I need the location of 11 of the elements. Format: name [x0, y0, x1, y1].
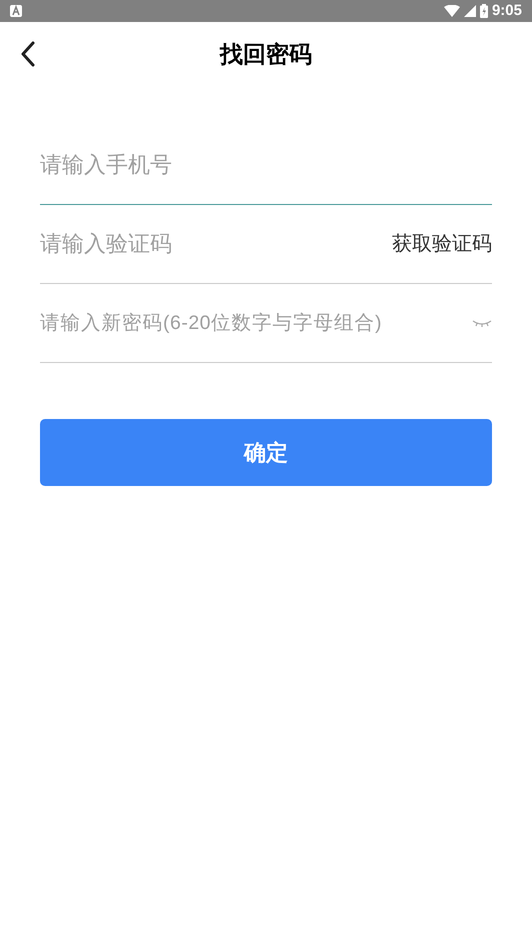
notification-icon [10, 5, 22, 17]
get-code-button[interactable]: 获取验证码 [392, 229, 492, 259]
input-field[interactable]: 请输入手机号 [40, 145, 492, 185]
confirm-button[interactable]: 确定 [40, 419, 492, 486]
signal-icon [464, 5, 476, 17]
wifi-icon [444, 5, 460, 17]
battery-icon [480, 4, 488, 18]
status-time: 9:05 [492, 0, 522, 21]
input-field[interactable]: 请输入验证码 [40, 224, 392, 264]
input-field[interactable]: 请输入新密码(6-20位数字与字母组合) [40, 303, 472, 343]
page-title: 找回密码 [220, 40, 312, 69]
